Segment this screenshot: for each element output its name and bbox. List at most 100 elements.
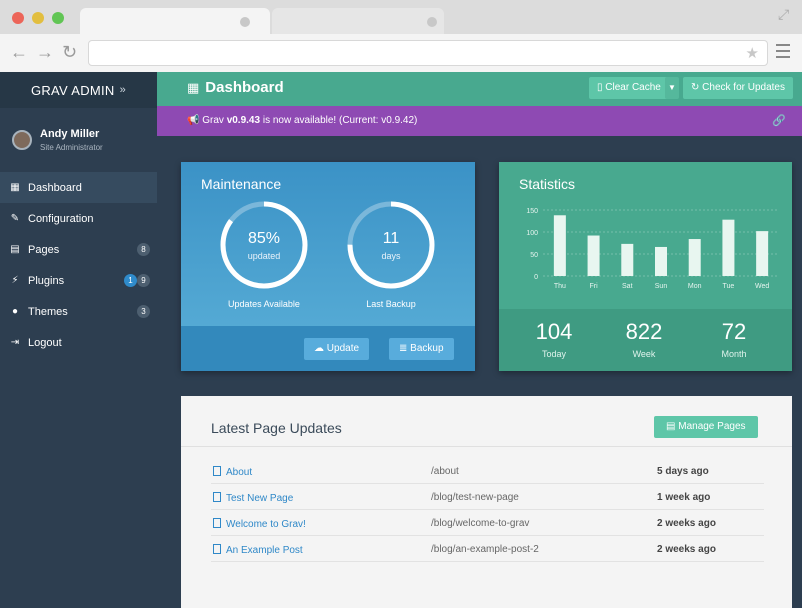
latest-page-updates-panel: Latest Page Updates ▤ Manage Pages About…: [181, 396, 792, 608]
forward-icon[interactable]: →: [36, 42, 54, 62]
update-button-label: Update: [326, 343, 360, 354]
page-route: /about: [431, 466, 459, 477]
file-icon: [213, 492, 221, 502]
x-tick-label: Fri: [589, 283, 598, 290]
sidebar-item-logout[interactable]: ⇥ Logout: [0, 327, 157, 358]
bookmark-star-icon[interactable]: ★: [746, 44, 759, 62]
sidebar-item-label: Logout: [28, 336, 62, 349]
tab-close-icon[interactable]: [427, 17, 437, 27]
browser-tab-active[interactable]: [80, 8, 270, 34]
chart-bar-thu: [553, 215, 566, 276]
user-role: Site Administrator: [40, 143, 103, 152]
updates-percent: 85%: [247, 230, 281, 247]
y-tick-label: 0: [534, 274, 538, 281]
sidebar-item-pages[interactable]: ▤ Pages 8: [0, 234, 157, 265]
notice-suffix: is now available! (Current: v0.9.42): [260, 115, 418, 126]
chart-bar-tue: [722, 219, 735, 276]
tab-close-icon[interactable]: [240, 17, 250, 27]
x-tick-label: Wed: [755, 283, 769, 290]
page-link[interactable]: Welcome to Grav!: [213, 518, 306, 530]
last-backup-label: Last Backup: [366, 299, 416, 309]
user-name: Andy Miller: [40, 128, 100, 140]
backup-button[interactable]: ≣ Backup: [389, 338, 454, 360]
y-tick-label: 50: [530, 252, 538, 259]
sidebar-item-configuration[interactable]: ✎ Configuration: [0, 203, 157, 234]
page-title-link[interactable]: Test New Page: [226, 493, 293, 504]
divider: [181, 446, 792, 447]
clear-cache-dropdown-button[interactable]: ▼: [665, 77, 679, 99]
y-tick-label: 100: [526, 230, 538, 237]
page-title-link[interactable]: About: [226, 467, 252, 478]
backup-button-label: Backup: [410, 343, 444, 354]
page-modified: 5 days ago: [657, 466, 709, 477]
themes-count-badge: 3: [137, 305, 150, 318]
clear-cache-label: Clear Cache: [605, 82, 661, 93]
maintenance-footer: ☁ Update ≣ Backup: [181, 326, 475, 371]
notice-version: v0.9.43: [226, 115, 261, 126]
brand-title: GRAV ADMIN: [30, 82, 115, 98]
table-row: Test New Page /blog/test-new-page 1 week…: [211, 484, 764, 510]
stat-today-value: 104: [535, 319, 573, 344]
brand[interactable]: GRAV ADMIN »: [0, 72, 157, 108]
page-title-link[interactable]: Welcome to Grav!: [226, 519, 306, 530]
close-window-button[interactable]: [12, 12, 24, 24]
update-button[interactable]: ☁ Update: [304, 338, 370, 360]
link-icon[interactable]: 🔗: [772, 114, 786, 127]
sidebar-item-dashboard[interactable]: ▦ Dashboard: [0, 172, 157, 203]
reload-icon[interactable]: ↻: [62, 42, 77, 62]
stat-week-value: 822: [625, 319, 663, 344]
chart-bar-wed: [756, 231, 769, 276]
fullscreen-icon[interactable]: ⤢: [778, 6, 789, 23]
sidebar-item-label: Configuration: [28, 212, 94, 225]
statistics-footer: 104 Today 822 Week 72 Month: [499, 309, 792, 371]
updates-ring: 85% updated: [219, 200, 309, 290]
stat-month-value: 72: [721, 319, 747, 344]
collapse-chevron-icon[interactable]: »: [120, 84, 126, 96]
sign-out-icon: ⇥: [10, 337, 20, 348]
bullhorn-icon: 📢: [187, 115, 203, 126]
maintenance-card: Maintenance 85% updated Updates Availabl…: [181, 162, 475, 371]
page-title-text: Dashboard: [205, 79, 284, 96]
x-tick-label: Sun: [655, 283, 668, 290]
user-profile[interactable]: Andy Miller Site Administrator: [0, 108, 157, 172]
file-icon: [213, 518, 221, 528]
minimize-window-button[interactable]: [32, 12, 44, 24]
browser-toolbar: ← → ↻ ★: [0, 34, 802, 72]
updates-subtext: updated: [247, 251, 281, 261]
browser-menu-icon[interactable]: [776, 44, 790, 62]
sidebar-item-label: Dashboard: [28, 181, 82, 194]
updates-available-label: Updates Available: [228, 299, 300, 309]
chart-bar-sat: [621, 243, 634, 276]
statistics-bar-chart: 150 100 50 0 Thu Fri Sat Sun Mon Tue Wed: [526, 208, 779, 290]
manage-pages-button[interactable]: ▤ Manage Pages: [654, 416, 758, 438]
stat-week-label: Week: [632, 349, 656, 359]
stat-month-label: Month: [721, 349, 747, 359]
clear-cache-button[interactable]: ▯ Clear Cache: [589, 77, 669, 99]
page-title-link[interactable]: An Example Post: [226, 545, 303, 556]
page-modified: 2 weeks ago: [657, 544, 716, 555]
x-tick-label: Sat: [622, 283, 633, 290]
browser-tab-inactive[interactable]: [272, 8, 444, 34]
check-updates-button[interactable]: ↻ Check for Updates: [683, 77, 793, 99]
address-bar[interactable]: ★: [88, 40, 768, 66]
page-link[interactable]: About: [213, 466, 252, 478]
sidebar-item-plugins[interactable]: ⚡ Plugins 1 9: [0, 265, 157, 296]
manage-pages-label: Manage Pages: [678, 421, 746, 432]
table-row: An Example Post /blog/an-example-post-2 …: [211, 536, 764, 562]
file-icon: [213, 466, 221, 476]
y-tick-label: 150: [526, 208, 538, 215]
plug-icon: ⚡: [11, 275, 19, 286]
back-icon[interactable]: ←: [10, 42, 28, 62]
sidebar-item-themes[interactable]: ● Themes 3: [0, 296, 157, 327]
page-link[interactable]: An Example Post: [213, 544, 303, 556]
x-tick-label: Thu: [554, 283, 566, 290]
x-tick-label: Mon: [688, 283, 702, 290]
maximize-window-button[interactable]: [52, 12, 64, 24]
grid-icon: ▦: [187, 80, 200, 95]
browser-chrome: ⤢ ← → ↻ ★: [0, 0, 802, 72]
plugins-update-badge: 1: [124, 274, 137, 287]
page-link[interactable]: Test New Page: [213, 492, 293, 504]
file-icon: ▤: [10, 244, 20, 255]
file-icon: ▤: [666, 421, 679, 432]
table-row: About /about 5 days ago: [211, 458, 764, 484]
